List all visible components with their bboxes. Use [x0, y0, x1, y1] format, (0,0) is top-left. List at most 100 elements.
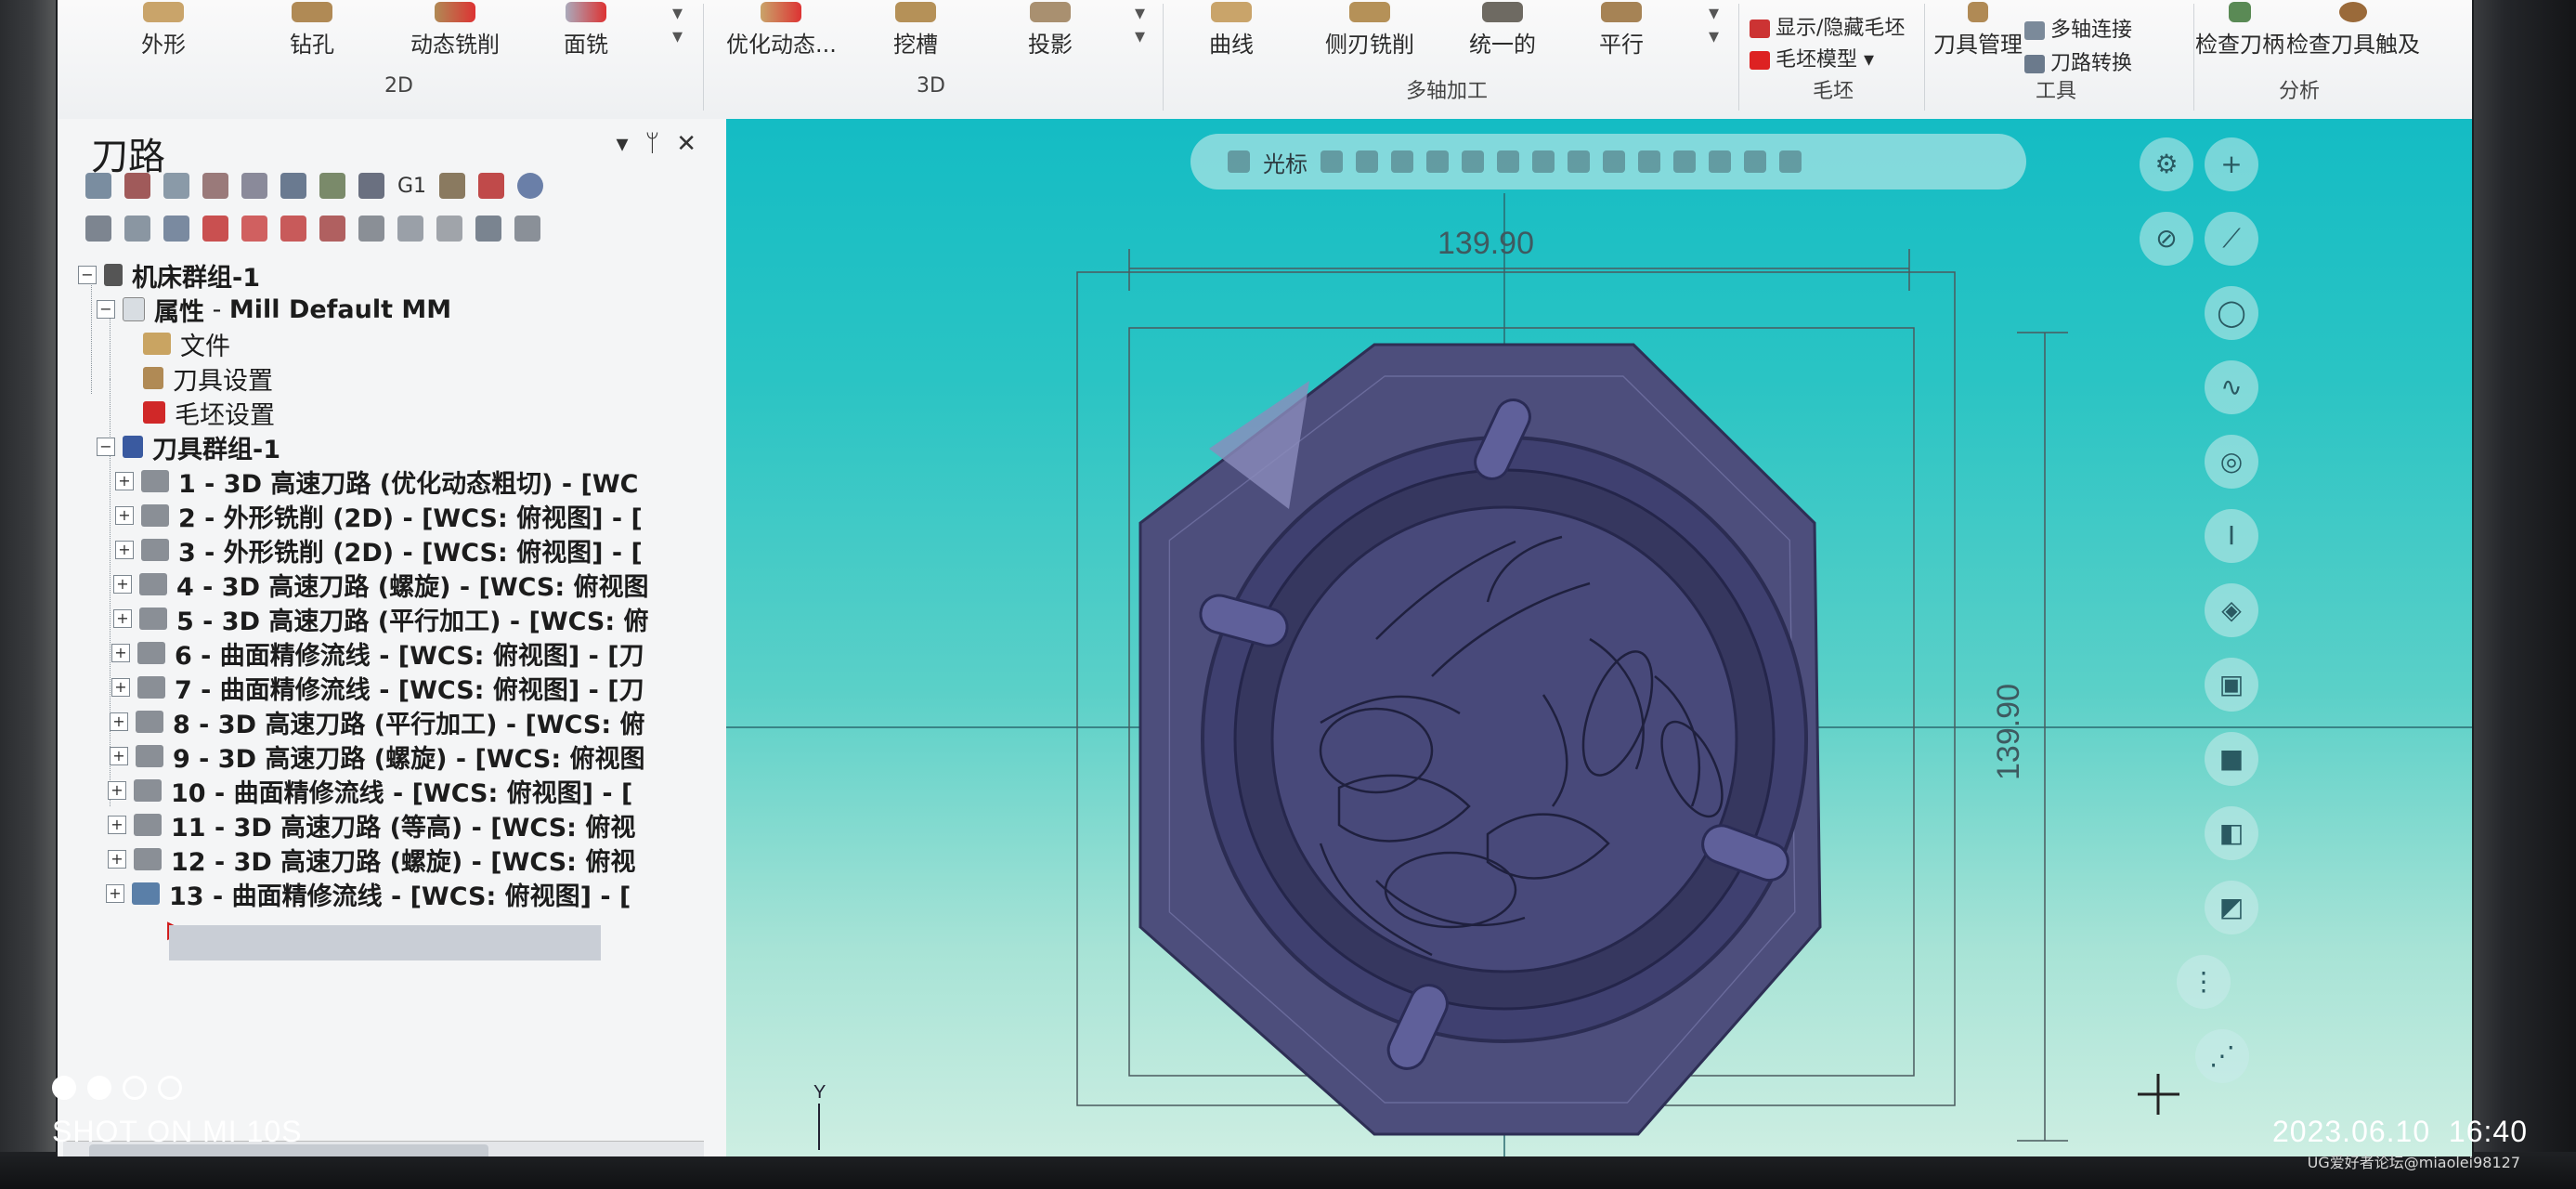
- gallery-scroll-3d[interactable]: ▾ ▾: [1135, 2, 1145, 48]
- operation-folder-icon: [136, 711, 163, 733]
- gallery-scroll-2d[interactable]: ▾ ▾: [672, 2, 683, 48]
- operation-node[interactable]: +3 - 外形铣削 (2D) - [WCS: 俯视图] - [: [115, 533, 643, 568]
- expand-icon[interactable]: +: [108, 816, 126, 834]
- pocket-button[interactable]: 挖槽: [893, 2, 938, 59]
- operation-folder-icon: [134, 814, 162, 836]
- multiaxis-link-button[interactable]: 多轴连接: [2024, 13, 2132, 43]
- collapse-icon[interactable]: −: [97, 438, 115, 456]
- simulate-icon[interactable]: [358, 173, 384, 199]
- panel-pin-icon[interactable]: ᛘ: [645, 130, 677, 158]
- tool-manager-button[interactable]: 刀具管理: [1933, 2, 2023, 59]
- operation-node[interactable]: +1 - 3D 高速刀路 (优化动态粗切) - [WC: [115, 464, 638, 499]
- post-arrow-icon[interactable]: [439, 173, 466, 199]
- operation-label: 8 - 3D 高速刀路 (平行加工) - [WCS: 俯: [173, 710, 645, 739]
- contour-button[interactable]: 外形: [141, 2, 186, 59]
- optimized-dynamic-button[interactable]: 优化动态...: [726, 2, 837, 59]
- expand-icon[interactable]: +: [110, 712, 128, 731]
- show-hide-stock-button[interactable]: 显示/隐藏毛坯: [1750, 11, 1905, 41]
- group-label-stock: 毛坯: [1813, 80, 1854, 103]
- expand-icon[interactable]: +: [110, 747, 128, 765]
- ashtray-bowl: [1270, 505, 1738, 973]
- operation-node[interactable]: +4 - 3D 高速刀路 (螺旋) - [WCS: 俯视图: [113, 568, 649, 602]
- show-selected-icon[interactable]: [358, 216, 384, 242]
- expand-icon[interactable]: +: [115, 541, 134, 559]
- check-reach-button[interactable]: 检查刀具触及: [2286, 2, 2420, 59]
- expand-icon[interactable]: +: [113, 575, 132, 594]
- properties-label: 属性: [154, 297, 204, 327]
- tree-node-stock-settings[interactable]: 毛坯设置: [143, 396, 275, 430]
- lock-icon[interactable]: [85, 216, 111, 242]
- drill-button[interactable]: 钻孔: [290, 2, 334, 59]
- operation-node-selected[interactable]: +13 - 曲面精修流线 - [WCS: 俯视图] - [: [106, 877, 631, 911]
- tree-node-machine-group[interactable]: − 机床群组-1: [78, 258, 260, 293]
- parallel-button[interactable]: 平行: [1599, 2, 1644, 59]
- face-mill-icon: [566, 2, 606, 22]
- copy-icon[interactable]: [397, 216, 423, 242]
- tool-manager-label: 刀具管理: [1933, 32, 2023, 58]
- panel-menu-icon[interactable]: ▾: [617, 130, 645, 158]
- toggle-display-icon[interactable]: [124, 216, 150, 242]
- regen-dirty-icon[interactable]: [202, 173, 228, 199]
- graphics-viewport[interactable]: 光标 ⚙ + ⊘ ⟋ ◯ ∿ ◎ Ⅰ ◈ ▣ ■ ◧ ◩ ⋮ ⋰ 139.90 …: [726, 119, 2472, 1156]
- move-up-icon[interactable]: [241, 216, 267, 242]
- tool-settings-label: 刀具设置: [173, 366, 273, 396]
- operation-label: 13 - 曲面精修流线 - [WCS: 俯视图] - [: [169, 882, 631, 911]
- check-holder-button[interactable]: 检查刀柄: [2195, 2, 2284, 59]
- select-all-ops-icon[interactable]: [85, 173, 111, 199]
- verify-icon[interactable]: [319, 173, 345, 199]
- expand-icon[interactable]: +: [111, 678, 130, 697]
- expand-icon[interactable]: +: [115, 506, 134, 525]
- app-screen: 外形 钻孔 动态铣削 面铣 ▾ ▾ 2D 优化动态... 挖槽 投影 ▾ ▾ 3…: [58, 0, 2472, 1156]
- tool-group-icon: [123, 436, 143, 458]
- expand-icon[interactable]: +: [111, 644, 130, 662]
- backplot-icon[interactable]: [280, 173, 306, 199]
- expand-icon[interactable]: +: [106, 884, 124, 903]
- move-ops-icon[interactable]: [241, 173, 267, 199]
- operation-node[interactable]: +8 - 3D 高速刀路 (平行加工) - [WCS: 俯: [110, 705, 645, 739]
- expand-icon[interactable]: +: [115, 472, 134, 490]
- expand-icon[interactable]: +: [108, 850, 126, 869]
- insert-position-bar: [169, 925, 601, 960]
- operation-node[interactable]: +2 - 外形铣削 (2D) - [WCS: 俯视图] - [: [115, 499, 643, 533]
- curve-button[interactable]: 曲线: [1209, 2, 1254, 59]
- collapse-icon[interactable]: −: [78, 266, 97, 284]
- dynamic-mill-button[interactable]: 动态铣削: [410, 2, 500, 59]
- collapse-icon[interactable]: −: [97, 300, 115, 319]
- operation-node[interactable]: +5 - 3D 高速刀路 (平行加工) - [WCS: 俯: [113, 602, 649, 636]
- expand-icon[interactable]: +: [113, 609, 132, 628]
- scroll-insert-icon[interactable]: [319, 216, 345, 242]
- operation-node[interactable]: +10 - 曲面精修流线 - [WCS: 俯视图] - [: [108, 774, 632, 808]
- tree-node-tool-settings[interactable]: 刀具设置: [143, 361, 273, 396]
- toggle-post-icon[interactable]: [163, 216, 189, 242]
- operation-node[interactable]: +6 - 曲面精修流线 - [WCS: 俯视图] - [刀: [111, 636, 644, 671]
- regen-all-icon[interactable]: [163, 173, 189, 199]
- gallery-scroll-multiaxis[interactable]: ▾ ▾: [1709, 2, 1719, 48]
- operation-node[interactable]: +12 - 3D 高速刀路 (螺旋) - [WCS: 俯视: [108, 843, 635, 877]
- toolpath-transform-button[interactable]: 刀路转换: [2024, 46, 2132, 76]
- face-mill-label: 面铣: [564, 32, 608, 58]
- swarf-button[interactable]: 侧刃铣削: [1325, 2, 1414, 59]
- tree-node-files[interactable]: 文件: [143, 327, 230, 361]
- operation-node[interactable]: +9 - 3D 高速刀路 (螺旋) - [WCS: 俯视图: [110, 739, 645, 774]
- multiaxis-link-icon: [2024, 21, 2045, 40]
- tree-node-tool-group[interactable]: − 刀具群组-1: [97, 430, 280, 464]
- face-mill-button[interactable]: 面铣: [564, 2, 608, 59]
- dynamic-mill-label: 动态铣削: [410, 32, 500, 58]
- help-icon[interactable]: [517, 173, 544, 199]
- properties-icon[interactable]: [436, 216, 462, 242]
- stock-model-button[interactable]: 毛坯模型 ▾: [1750, 43, 1874, 72]
- panel-close-icon[interactable]: ✕: [676, 130, 713, 158]
- expand-icon[interactable]: +: [108, 781, 126, 800]
- project-button[interactable]: 投影: [1028, 2, 1073, 59]
- unified-button[interactable]: 统一的: [1469, 2, 1536, 59]
- highfeed-icon[interactable]: [478, 173, 505, 199]
- operation-node[interactable]: +7 - 曲面精修流线 - [WCS: 俯视图] - [刀: [111, 671, 644, 705]
- deselect-ops-icon[interactable]: [124, 173, 150, 199]
- move-down-icon[interactable]: [202, 216, 228, 242]
- tree-node-properties[interactable]: − 属性 - Mill Default MM: [97, 293, 451, 327]
- post-g1-label[interactable]: G1: [397, 175, 426, 198]
- options-icon[interactable]: [475, 216, 501, 242]
- insert-arrow-icon[interactable]: [280, 216, 306, 242]
- settings-icon[interactable]: [514, 216, 540, 242]
- operation-node[interactable]: +11 - 3D 高速刀路 (等高) - [WCS: 俯视: [108, 808, 635, 843]
